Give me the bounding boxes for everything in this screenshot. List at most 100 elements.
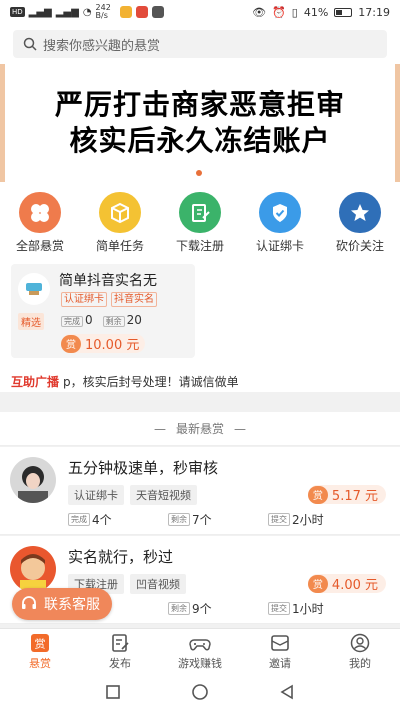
- network-badge: HD: [10, 7, 25, 17]
- tag: 认证绑卡: [68, 485, 124, 505]
- box-icon: [99, 192, 141, 233]
- tag: 凹音视频: [130, 574, 186, 594]
- eye-icon: 👁: [252, 5, 267, 19]
- category-simple[interactable]: 简单任务: [82, 192, 158, 254]
- broadcast-label: 互助广播: [11, 374, 60, 389]
- category-bargain[interactable]: 砍价关注: [322, 192, 398, 254]
- task-price: 赏 4.00 元: [307, 574, 386, 593]
- search-placeholder: 搜索你感兴趣的悬赏: [43, 38, 161, 54]
- featured-task-card[interactable]: 精选 简单抖音实名无 认证绑卡 抖音实名 完成 0 剩余 20 赏 10.00 元: [11, 264, 195, 358]
- battery-icon: [334, 7, 353, 17]
- headset-icon: [22, 596, 36, 609]
- stat-value: 7个: [192, 513, 212, 527]
- stat-value: 9个: [192, 602, 212, 616]
- stat-value: 2小时: [292, 513, 324, 527]
- category-label: 认证绑卡: [255, 239, 304, 253]
- app-notify-icon: [119, 6, 132, 18]
- avatar: [10, 457, 56, 503]
- featured-badge: 精选: [18, 313, 44, 330]
- price-value: 5.17 元: [331, 489, 378, 504]
- task-stats: 完成 4个 剩余 7个 提交 2小时: [68, 511, 368, 528]
- reward-icon: 赏: [307, 485, 328, 504]
- featured-stats: 完成 0 剩余 20: [61, 313, 142, 327]
- task-price: 赏 5.17 元: [307, 485, 386, 504]
- customer-service-label: 联系客服: [44, 597, 100, 613]
- stat-label: 提交: [268, 513, 290, 526]
- profile-icon: [349, 633, 371, 653]
- tab-bounty[interactable]: 赏 悬赏: [0, 629, 80, 674]
- pagination-dot: [196, 170, 202, 176]
- featured-tags: 认证绑卡 抖音实名: [61, 292, 157, 307]
- battery-percent: 41%: [303, 5, 329, 19]
- stat-submit: 提交 1小时: [268, 600, 368, 617]
- task-stats: 完成 剩余9个 提交1小时: [68, 600, 368, 617]
- banner-edge-right: [395, 64, 400, 182]
- back-icon[interactable]: [279, 684, 295, 700]
- banner-line-1: 严厉打击商家恶意拒审: [54, 88, 345, 121]
- featured-section: 精选 简单抖音实名无 认证绑卡 抖音实名 完成 0 剩余 20 赏 10.00 元: [0, 254, 400, 370]
- stat-remain: 剩余 7个: [168, 511, 268, 528]
- mail-notify-icon: [135, 6, 148, 18]
- stat-label: 完成: [68, 513, 90, 526]
- tab-label: 发布: [109, 656, 131, 670]
- category-label: 砍价关注: [335, 239, 384, 253]
- price-value: 10.00 元: [85, 338, 140, 353]
- banner-line-2: 核实后永久冻结账户: [69, 124, 331, 157]
- verified-icon: [259, 192, 301, 233]
- vibrate-icon: ▯: [291, 5, 298, 19]
- search-input[interactable]: 搜索你感兴趣的悬赏: [13, 30, 387, 58]
- category-verify[interactable]: 认证绑卡: [242, 192, 318, 254]
- tag: 认证绑卡: [61, 292, 107, 307]
- tag: 天音短视频: [130, 485, 197, 505]
- tab-label: 我的: [349, 656, 371, 670]
- wifi-icon: ◔: [82, 6, 92, 18]
- category-download[interactable]: 下载注册: [162, 192, 238, 254]
- category-label: 下载注册: [175, 239, 224, 253]
- promo-banner[interactable]: 严厉打击商家恶意拒审 核实后永久冻结账户: [0, 64, 400, 182]
- stat-value: 20: [126, 313, 142, 327]
- signal-icon-2: ▂▄▆: [55, 6, 79, 18]
- tab-profile[interactable]: 我的: [320, 629, 400, 674]
- category-all[interactable]: 全部悬赏: [2, 192, 78, 254]
- tag: 抖音实名: [111, 292, 157, 307]
- avatar: [18, 273, 50, 305]
- stat-remain: 剩余 20: [102, 313, 142, 327]
- featured-title: 简单抖音实名无: [59, 273, 157, 289]
- search-bar-container: 搜索你感兴趣的悬赏: [0, 24, 400, 64]
- invite-icon: [269, 633, 291, 653]
- signal-icon: ▂▄▆: [28, 6, 52, 18]
- home-icon[interactable]: [191, 683, 209, 701]
- stat-value: 0: [85, 313, 93, 327]
- tab-label: 游戏赚钱: [178, 656, 222, 670]
- customer-service-button[interactable]: 联系客服: [12, 588, 112, 620]
- image-notify-icon: [151, 6, 164, 18]
- category-label: 全部悬赏: [15, 239, 64, 253]
- section-title: 最新悬赏: [175, 422, 224, 436]
- task-item[interactable]: 五分钟极速单，秒审核 认证绑卡 天音短视频 赏 5.17 元 完成 4个 剩余 7个…: [0, 447, 400, 535]
- tab-game[interactable]: 游戏赚钱: [160, 629, 240, 674]
- broadcast-text: p，核实后封号处理！请诚信做单: [63, 374, 239, 389]
- gamepad-icon: [189, 633, 211, 653]
- task-title: 五分钟极速单，秒审核: [68, 459, 219, 477]
- stat-done: 完成 0: [61, 313, 93, 327]
- divider: —: [153, 421, 166, 436]
- bounty-icon: 赏: [29, 633, 51, 653]
- task-title: 实名就行，秒过: [68, 548, 174, 566]
- tab-publish[interactable]: 发布: [80, 629, 160, 674]
- status-bar: HD ▂▄▆ ▂▄▆ ◔ 242 B/s 👁 ⏰ ▯ 41% 17:19: [0, 0, 400, 24]
- alarm-icon: ⏰: [272, 5, 286, 19]
- tab-label: 邀请: [269, 656, 291, 670]
- broadcast-ticker[interactable]: 互助广播 p，核实后封号处理！请诚信做单: [0, 370, 400, 392]
- edit-doc-icon: [179, 192, 221, 233]
- stat-label: 剩余: [168, 602, 190, 615]
- reward-icon: 赏: [307, 574, 328, 593]
- net-speed: 242 B/s: [95, 3, 111, 20]
- task-tags: 认证绑卡 天音短视频: [68, 485, 197, 505]
- clock: 17:19: [358, 5, 390, 19]
- stat-done: 完成 4个: [68, 511, 168, 528]
- clover-icon: [19, 192, 61, 233]
- stat-submit: 提交 2小时: [268, 511, 368, 528]
- stat-label: 完成: [61, 316, 83, 327]
- recent-apps-icon[interactable]: [105, 684, 121, 700]
- tab-invite[interactable]: 邀请: [240, 629, 320, 674]
